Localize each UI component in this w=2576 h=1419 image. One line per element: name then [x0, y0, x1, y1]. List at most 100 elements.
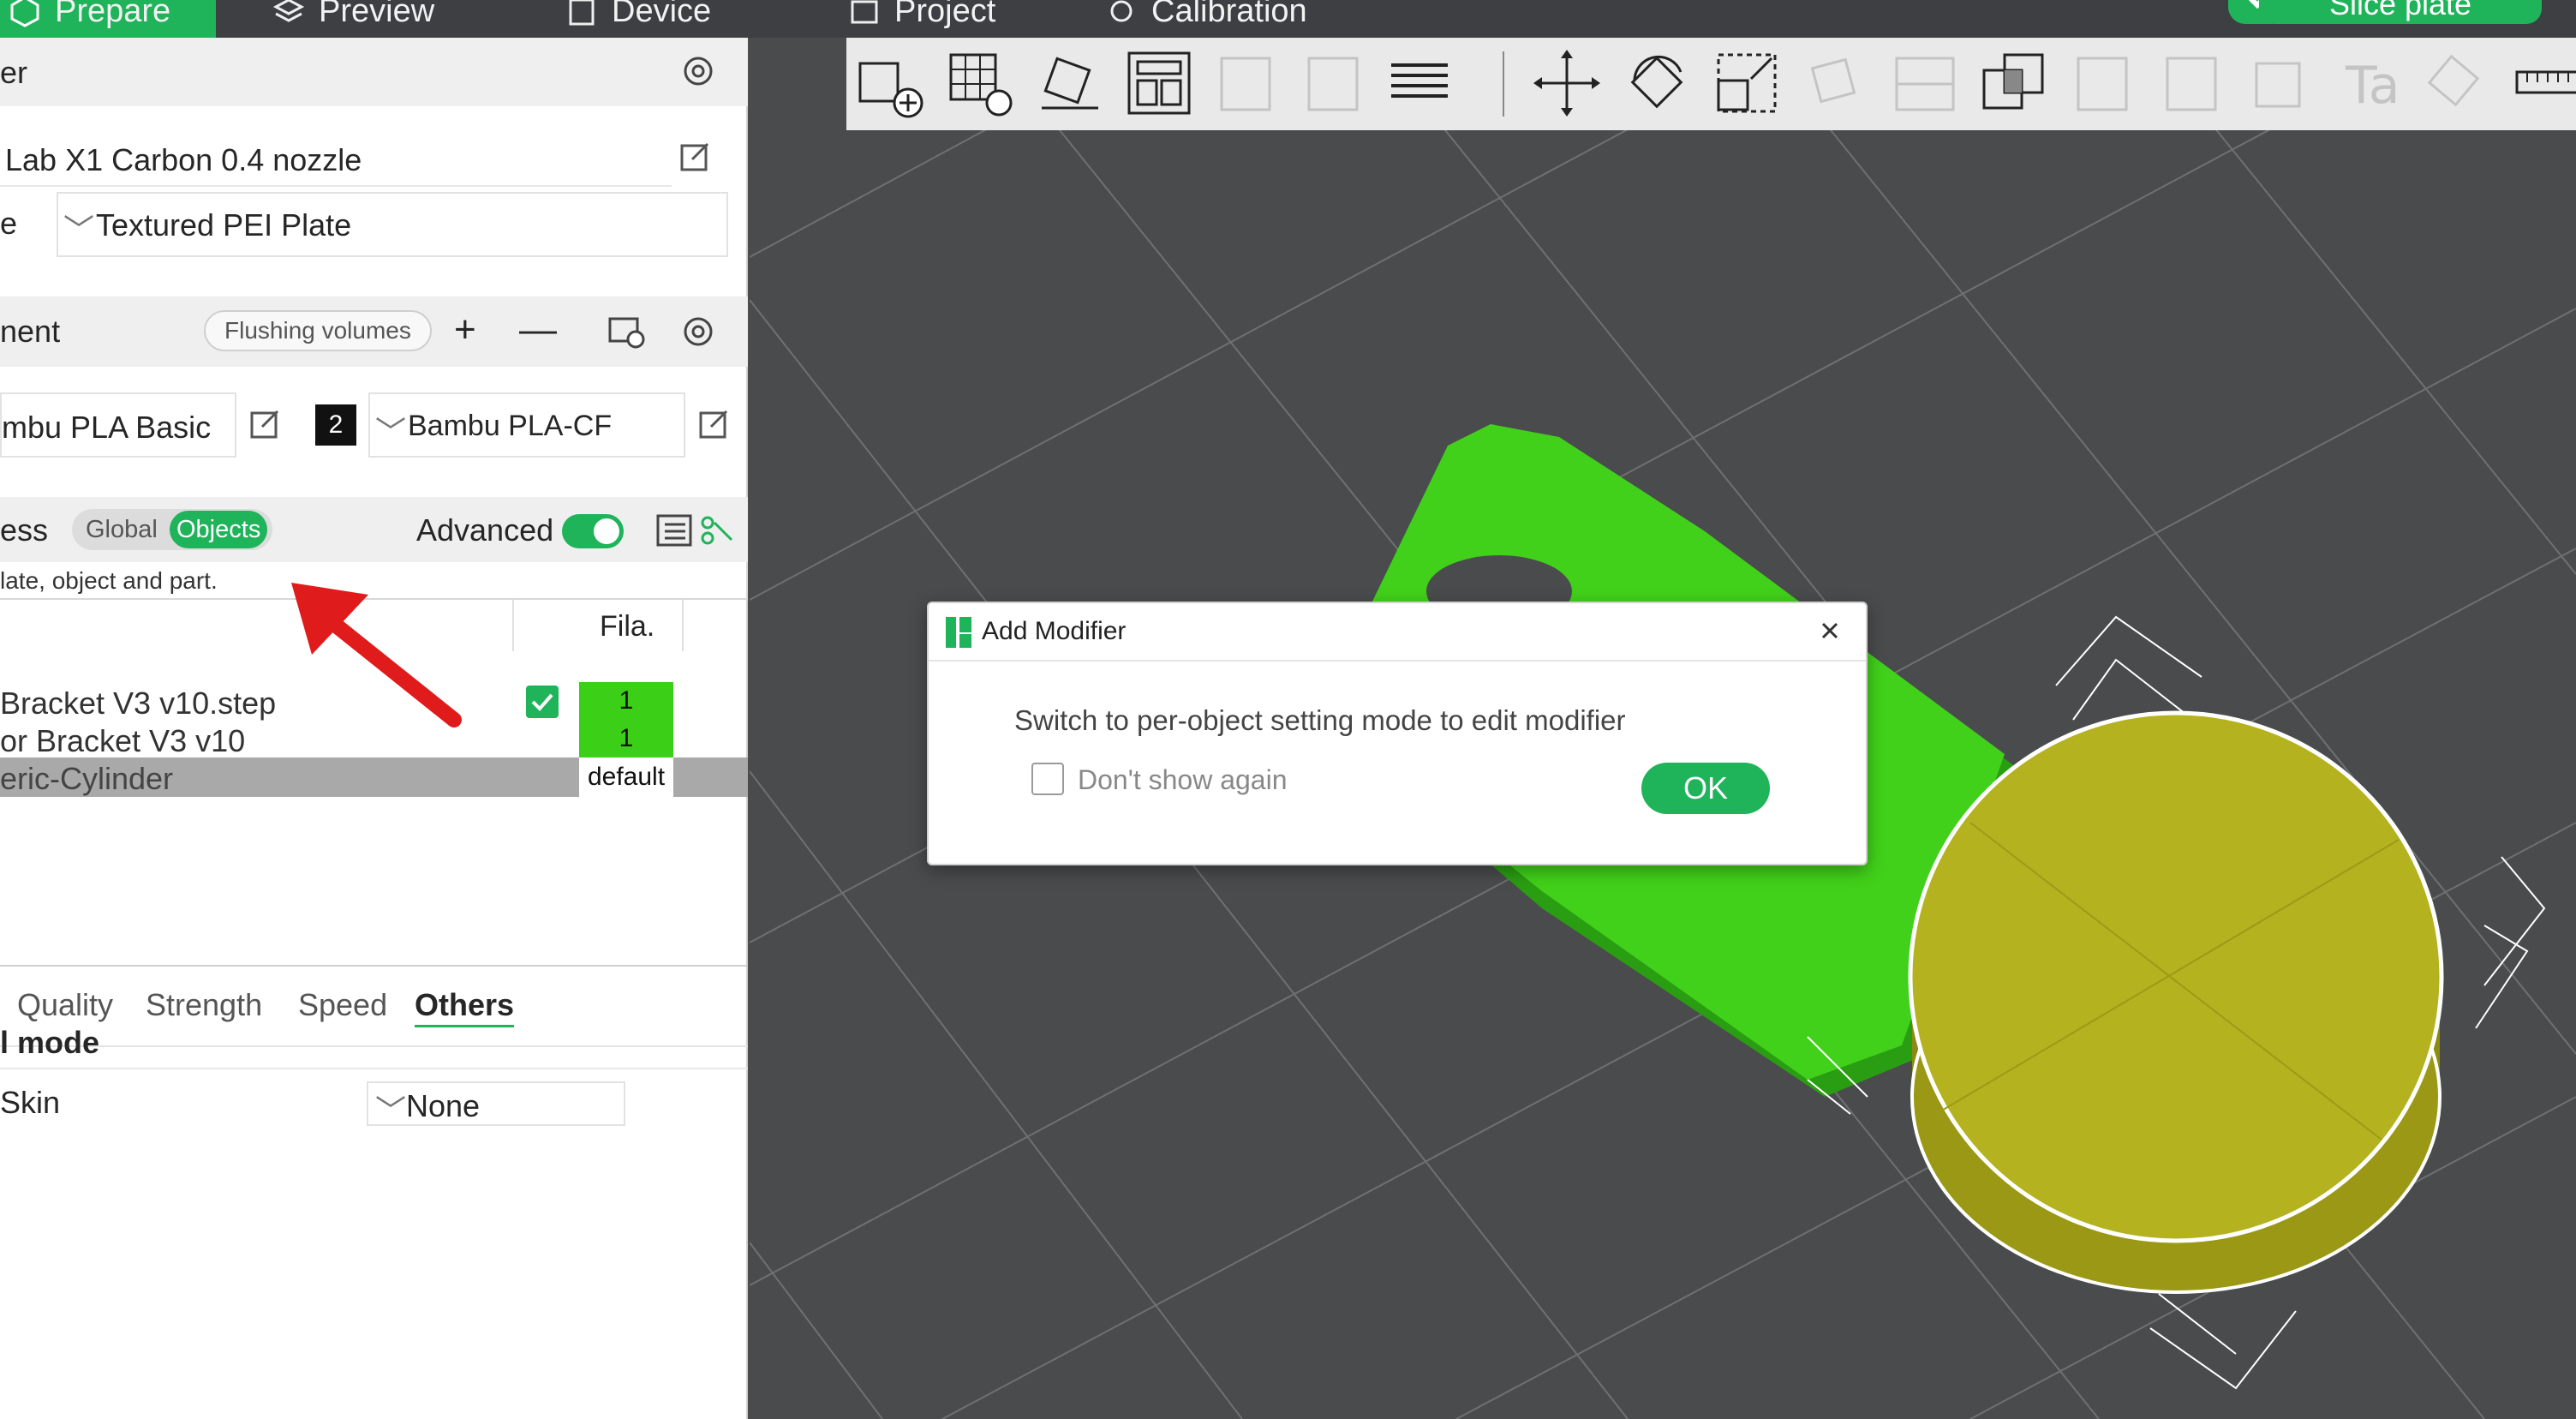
- app-window: Prepare Preview Device Project Calibrati…: [0, 0, 2576, 1419]
- object-name: or Bracket V3 v10: [0, 723, 246, 758]
- skin-select[interactable]: ﹀ None: [367, 1081, 625, 1129]
- rotate-icon[interactable]: [1621, 46, 1694, 120]
- seam-paint-icon: [2166, 57, 2217, 111]
- auto-orient-icon[interactable]: [1033, 46, 1107, 120]
- mesh-boolean-icon[interactable]: [1977, 46, 2051, 120]
- tab-speed[interactable]: Speed: [298, 987, 387, 1023]
- add-object-icon[interactable]: [852, 46, 925, 120]
- project-icon: [851, 0, 878, 24]
- dont-show-again-checkbox[interactable]: [1031, 763, 1064, 795]
- object-filament-cell[interactable]: 1: [579, 682, 673, 720]
- objects-option[interactable]: Objects: [170, 511, 268, 548]
- tab-project[interactable]: Project: [848, 0, 995, 38]
- gear-icon[interactable]: [678, 312, 718, 351]
- flushing-volumes-label: Flushing volumes: [224, 317, 411, 344]
- dialog-message: Switch to per-object setting mode to edi…: [1014, 704, 1626, 736]
- filament-slot-2-value: Bambu PLA-CF: [408, 410, 613, 442]
- chevron-down-icon: ﹀: [63, 213, 95, 248]
- printer-section-header: er: [0, 38, 748, 106]
- slice-plate-label: Slice plate: [2328, 0, 2472, 21]
- cut-icon: [1895, 57, 1955, 111]
- global-option[interactable]: Global: [86, 516, 158, 544]
- printer-select[interactable]: Lab X1 Carbon 0.4 nozzle: [0, 134, 672, 187]
- split-parts-icon: [1307, 57, 1359, 111]
- color-paint-icon: [2427, 54, 2480, 107]
- remove-filament-icon[interactable]: —: [519, 308, 557, 351]
- measure-icon[interactable]: [2512, 46, 2576, 120]
- skin-value: None: [406, 1088, 481, 1123]
- process-hint: late, object and part.: [0, 567, 218, 594]
- checkmark-icon: [531, 693, 553, 711]
- scale-icon[interactable]: [1710, 46, 1784, 120]
- divider: [0, 1068, 748, 1069]
- filament-sync-icon[interactable]: [607, 312, 646, 351]
- filament-slot-2-number[interactable]: 2: [315, 404, 356, 446]
- tab-preview-label: Preview: [319, 0, 435, 29]
- prepare-icon: [10, 0, 39, 27]
- object-filament-cell[interactable]: default: [579, 757, 673, 797]
- edit-icon[interactable]: [697, 408, 732, 442]
- plate-type-value: Textured PEI Plate: [96, 207, 352, 242]
- ok-button[interactable]: OK: [1641, 763, 1770, 814]
- red-arrow-annotation: [291, 583, 462, 727]
- text-icon: Ta: [2345, 56, 2400, 116]
- dont-show-again-label[interactable]: Don't show again: [1078, 764, 1287, 796]
- tab-quality[interactable]: Quality: [17, 987, 113, 1023]
- filament-slot-2[interactable]: ﹀ Bambu PLA-CF: [368, 392, 685, 458]
- tab-strength[interactable]: Strength: [146, 987, 262, 1023]
- support-paint-icon: [2077, 57, 2128, 111]
- tab-prepare[interactable]: Prepare: [0, 0, 216, 38]
- gear-icon[interactable]: [678, 51, 718, 91]
- fila-column-header: Fila.: [600, 610, 655, 643]
- filament-section-header: nent Flushing volumes + —: [0, 296, 748, 367]
- ok-button-label: OK: [1682, 770, 1728, 805]
- plate-type-select[interactable]: ﹀ Textured PEI Plate: [57, 192, 728, 257]
- settings-tab-bar: Quality Strength Speed Others: [0, 967, 748, 1047]
- tab-others[interactable]: Others: [415, 987, 515, 1027]
- tab-calibration[interactable]: Calibration: [1105, 0, 1307, 38]
- tab-device-label: Device: [612, 0, 712, 29]
- tab-preview[interactable]: Preview: [272, 0, 434, 38]
- toolbar-divider: [1503, 51, 1504, 117]
- filament-section-label: nent: [0, 314, 61, 349]
- printer-name: Lab X1 Carbon 0.4 nozzle: [5, 142, 362, 177]
- object-filament-cell[interactable]: 1: [579, 720, 673, 757]
- list-icon[interactable]: [654, 511, 694, 550]
- split-objects-icon: [1220, 57, 1271, 111]
- compare-icon[interactable]: [697, 511, 737, 550]
- emboss-icon: [2255, 62, 2301, 108]
- checkbox-checked[interactable]: [526, 686, 559, 718]
- process-section-header: ess Global Objects Advanced: [0, 497, 748, 562]
- add-plate-icon[interactable]: [942, 46, 1016, 120]
- add-modifier-dialog: Add Modifier Switch to per-object settin…: [927, 602, 1868, 865]
- filament-slot-1[interactable]: mbu PLA Basic: [0, 392, 236, 458]
- tab-project-label: Project: [894, 0, 996, 29]
- mode-heading: l mode: [0, 1025, 100, 1060]
- device-icon: [569, 0, 595, 26]
- move-icon[interactable]: [1530, 46, 1604, 120]
- chevron-down-icon: ﹀: [375, 1093, 407, 1129]
- advanced-label: Advanced: [416, 512, 554, 548]
- slice-plate-button[interactable]: Slice plate: [2259, 0, 2542, 24]
- layers-icon: [272, 0, 305, 22]
- global-objects-toggle[interactable]: Global Objects: [72, 509, 272, 550]
- edit-icon[interactable]: [248, 408, 283, 442]
- flushing-volumes-button[interactable]: Flushing volumes: [204, 310, 432, 351]
- object-name: eric-Cylinder: [0, 761, 174, 796]
- tab-device[interactable]: Device: [565, 0, 711, 38]
- svg-text:Ta: Ta: [2345, 56, 2400, 116]
- filament-slot-1-value: mbu PLA Basic: [2, 410, 212, 445]
- edit-icon[interactable]: [678, 141, 713, 175]
- tab-calibration-label: Calibration: [1151, 0, 1307, 29]
- yellow-modifier-cylinder[interactable]: [1908, 710, 2444, 1294]
- advanced-toggle[interactable]: [562, 514, 624, 548]
- viewport-toolbar: Ta: [846, 38, 2576, 130]
- bambu-logo-icon: [946, 617, 971, 648]
- close-icon[interactable]: [1814, 615, 1845, 646]
- lay-on-face-icon: [1810, 57, 1856, 104]
- table-row-selected[interactable]: eric-Cylinder default: [0, 757, 748, 797]
- arrange-icon[interactable]: [1122, 46, 1196, 120]
- add-filament-icon[interactable]: +: [454, 308, 476, 351]
- variable-layer-height-icon[interactable]: [1383, 46, 1456, 120]
- object-name: Bracket V3 v10.step: [0, 686, 277, 721]
